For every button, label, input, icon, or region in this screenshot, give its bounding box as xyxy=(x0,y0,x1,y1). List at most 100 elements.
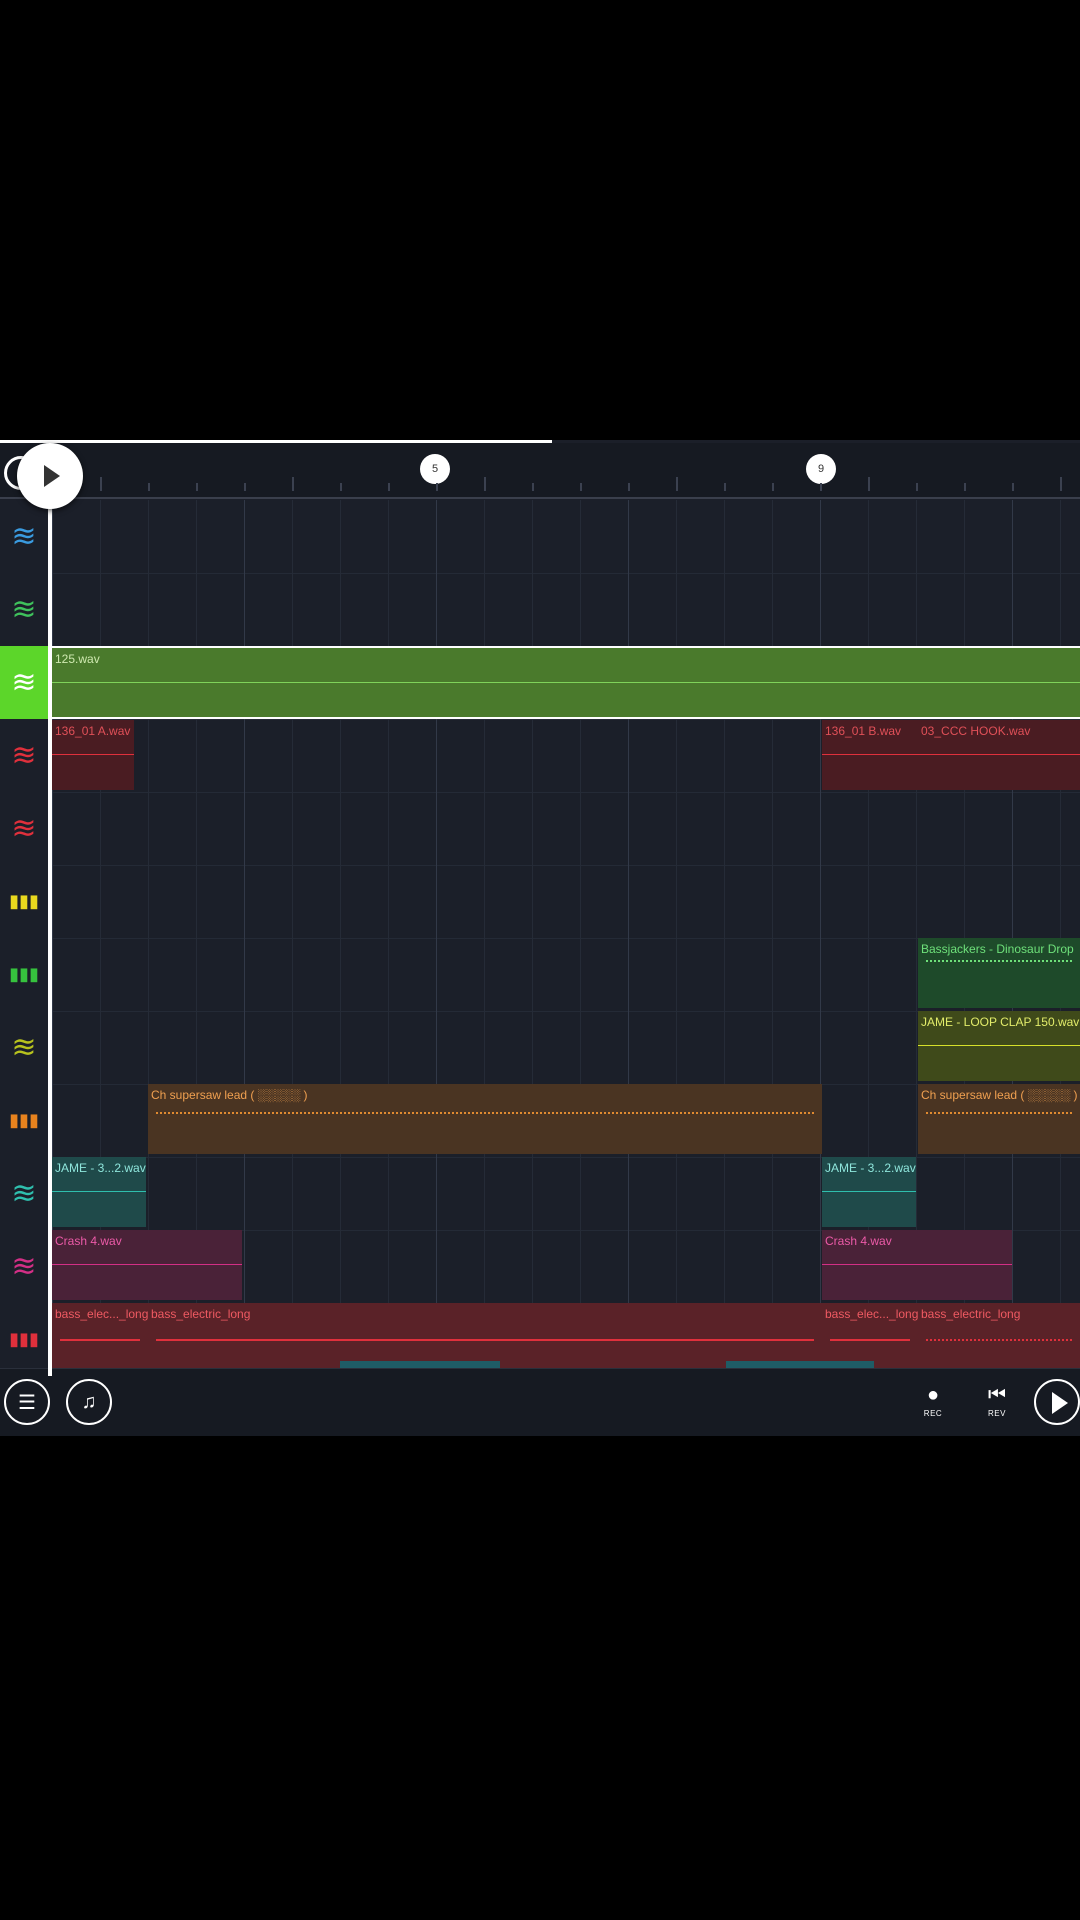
grid-line xyxy=(436,500,437,1368)
track-waveform-icon[interactable]: ≋ xyxy=(0,1230,48,1303)
grid-line xyxy=(340,500,341,1368)
ruler-tick xyxy=(244,483,246,491)
track-lane xyxy=(52,573,1080,647)
midi-notes xyxy=(926,960,1072,992)
clip-label: JAME - LOOP CLAP 150.wav xyxy=(921,1015,1080,1029)
bar-marker-9[interactable]: 9 xyxy=(806,454,836,484)
audio-waveform xyxy=(52,1191,146,1192)
ruler-tick xyxy=(916,483,918,491)
clip-label: bass_elec..._long xyxy=(55,1307,148,1321)
grid-line xyxy=(532,500,533,1368)
ruler-tick xyxy=(676,477,678,491)
ruler-tick xyxy=(148,483,150,491)
ruler-tick xyxy=(772,483,774,491)
rewind-button[interactable]: ⏮ REV xyxy=(977,1381,1017,1427)
audio-waveform xyxy=(918,754,1080,755)
grid-line xyxy=(676,500,677,1368)
timeline-ruler[interactable]: 5 9 xyxy=(0,443,1080,499)
audio-waveform xyxy=(918,1045,1080,1046)
ruler-tick xyxy=(580,483,582,491)
play-button[interactable] xyxy=(1034,1379,1080,1425)
clip-jame-loop-clap[interactable]: JAME - LOOP CLAP 150.wav xyxy=(918,1011,1080,1081)
clip-125-wav[interactable]: 125.wav xyxy=(52,646,1080,719)
bar-marker-5[interactable]: 5 xyxy=(420,454,450,484)
skip-back-icon: ⏮ xyxy=(988,1384,1006,1406)
grid-line xyxy=(244,500,245,1368)
track-waveform-icon[interactable]: ≋ xyxy=(0,573,48,646)
midi-notes xyxy=(60,1339,140,1371)
transport-bar: ☰ ♫ ● REC ⏮ REV xyxy=(0,1368,1080,1436)
clip-136-01-a[interactable]: 136_01 A.wav xyxy=(52,720,134,790)
rewind-label: REV xyxy=(988,1409,1006,1418)
mixer-icon: ☰ xyxy=(18,1391,36,1414)
ruler-tick xyxy=(340,483,342,491)
track-waveform-icon[interactable]: ≋ xyxy=(0,719,48,792)
clip-label: 125.wav xyxy=(55,652,100,666)
record-button[interactable]: ● REC xyxy=(913,1381,953,1427)
grid-line xyxy=(724,500,725,1368)
clip-supersaw-lead-1[interactable]: Ch supersaw lead ( ░░░░░ ) xyxy=(148,1084,822,1154)
instrument-settings-button[interactable]: ♫ xyxy=(66,1379,112,1425)
grid-line xyxy=(1060,500,1061,1368)
ruler-tick xyxy=(628,483,630,491)
track-lane xyxy=(52,1157,1080,1231)
clip-ccc-hook[interactable]: 03_CCC HOOK.wav xyxy=(918,720,1080,790)
track-piano-icon[interactable]: ▮▮▮ xyxy=(0,865,48,938)
midi-notes xyxy=(156,1112,814,1144)
ruler-tick xyxy=(820,483,822,491)
clip-lanes[interactable]: 125.wav 136_01 A.wav 136_01 B.wav 03_CCC… xyxy=(52,500,1080,1377)
audio-waveform xyxy=(52,754,134,755)
ruler-tick xyxy=(724,483,726,491)
audio-waveform xyxy=(822,1191,916,1192)
track-lane xyxy=(52,865,1080,939)
track-waveform-icon[interactable]: ≋ xyxy=(0,792,48,865)
clip-bassjackers-dinosaur-drop[interactable]: Bassjackers - Dinosaur Drop xyxy=(918,938,1080,1008)
midi-notes xyxy=(926,1339,1072,1371)
clip-crash-4-1[interactable]: Crash 4.wav xyxy=(52,1230,242,1300)
ruler-tick xyxy=(1060,477,1062,491)
grid-line xyxy=(772,500,773,1368)
track-piano-icon[interactable]: ▮▮▮ xyxy=(0,1303,48,1376)
track-waveform-icon[interactable]: ≋ xyxy=(0,1157,48,1230)
clip-jame-32-2[interactable]: JAME - 3...2.wav xyxy=(822,1157,916,1227)
clip-label: 03_CCC HOOK.wav xyxy=(921,724,1031,738)
clip-label: bass_electric_long xyxy=(151,1307,251,1321)
clip-label: 136_01 B.wav xyxy=(825,724,902,738)
clip-crash-4-2[interactable]: Crash 4.wav xyxy=(822,1230,1012,1300)
track-waveform-icon[interactable]: ≋ xyxy=(0,646,48,719)
audio-waveform xyxy=(822,754,918,755)
track-waveform-icon[interactable]: ≋ xyxy=(0,500,48,573)
ruler-tick xyxy=(1012,483,1014,491)
clip-bass-electric-4[interactable]: bass_electric_long xyxy=(918,1303,1080,1373)
clip-bass-electric-1[interactable]: bass_elec..._long xyxy=(52,1303,148,1373)
clip-136-01-b[interactable]: 136_01 B.wav xyxy=(822,720,918,790)
track-lane xyxy=(52,500,1080,574)
track-area: 125.wav 136_01 A.wav 136_01 B.wav 03_CCC… xyxy=(0,500,1080,1377)
mixer-button[interactable]: ☰ xyxy=(4,1379,50,1425)
ruler-tick xyxy=(964,483,966,491)
clip-label: Crash 4.wav xyxy=(55,1234,122,1248)
clip-label: bass_elec..._long xyxy=(825,1307,918,1321)
clip-jame-32-1[interactable]: JAME - 3...2.wav xyxy=(52,1157,146,1227)
audio-waveform xyxy=(52,1264,242,1265)
grid-line xyxy=(580,500,581,1368)
track-waveform-icon[interactable]: ≋ xyxy=(0,1011,48,1084)
ruler-tick xyxy=(196,483,198,491)
ruler-tick xyxy=(292,477,294,491)
clip-label: JAME - 3...2.wav xyxy=(55,1161,146,1175)
track-lane xyxy=(52,792,1080,866)
ruler-tick xyxy=(100,477,102,491)
ruler-tick xyxy=(436,483,438,491)
playhead[interactable] xyxy=(48,500,52,1376)
track-piano-icon[interactable]: ▮▮▮ xyxy=(0,938,48,1011)
grid-line xyxy=(292,500,293,1368)
grid-line xyxy=(820,500,821,1368)
track-header-column: ≋ ≋ ≋ ≋ ≋ ▮▮▮ ▮▮▮ ≋ ▮▮▮ ≋ ≋ ▮▮▮ xyxy=(0,500,48,1368)
ruler-tick xyxy=(484,477,486,491)
play-from-cursor-button[interactable] xyxy=(17,443,83,509)
clip-label: Crash 4.wav xyxy=(825,1234,892,1248)
track-piano-icon[interactable]: ▮▮▮ xyxy=(0,1084,48,1157)
audio-waveform xyxy=(822,1264,1012,1265)
ruler-tick xyxy=(388,483,390,491)
clip-supersaw-lead-2[interactable]: Ch supersaw lead ( ░░░░░ ) xyxy=(918,1084,1080,1154)
